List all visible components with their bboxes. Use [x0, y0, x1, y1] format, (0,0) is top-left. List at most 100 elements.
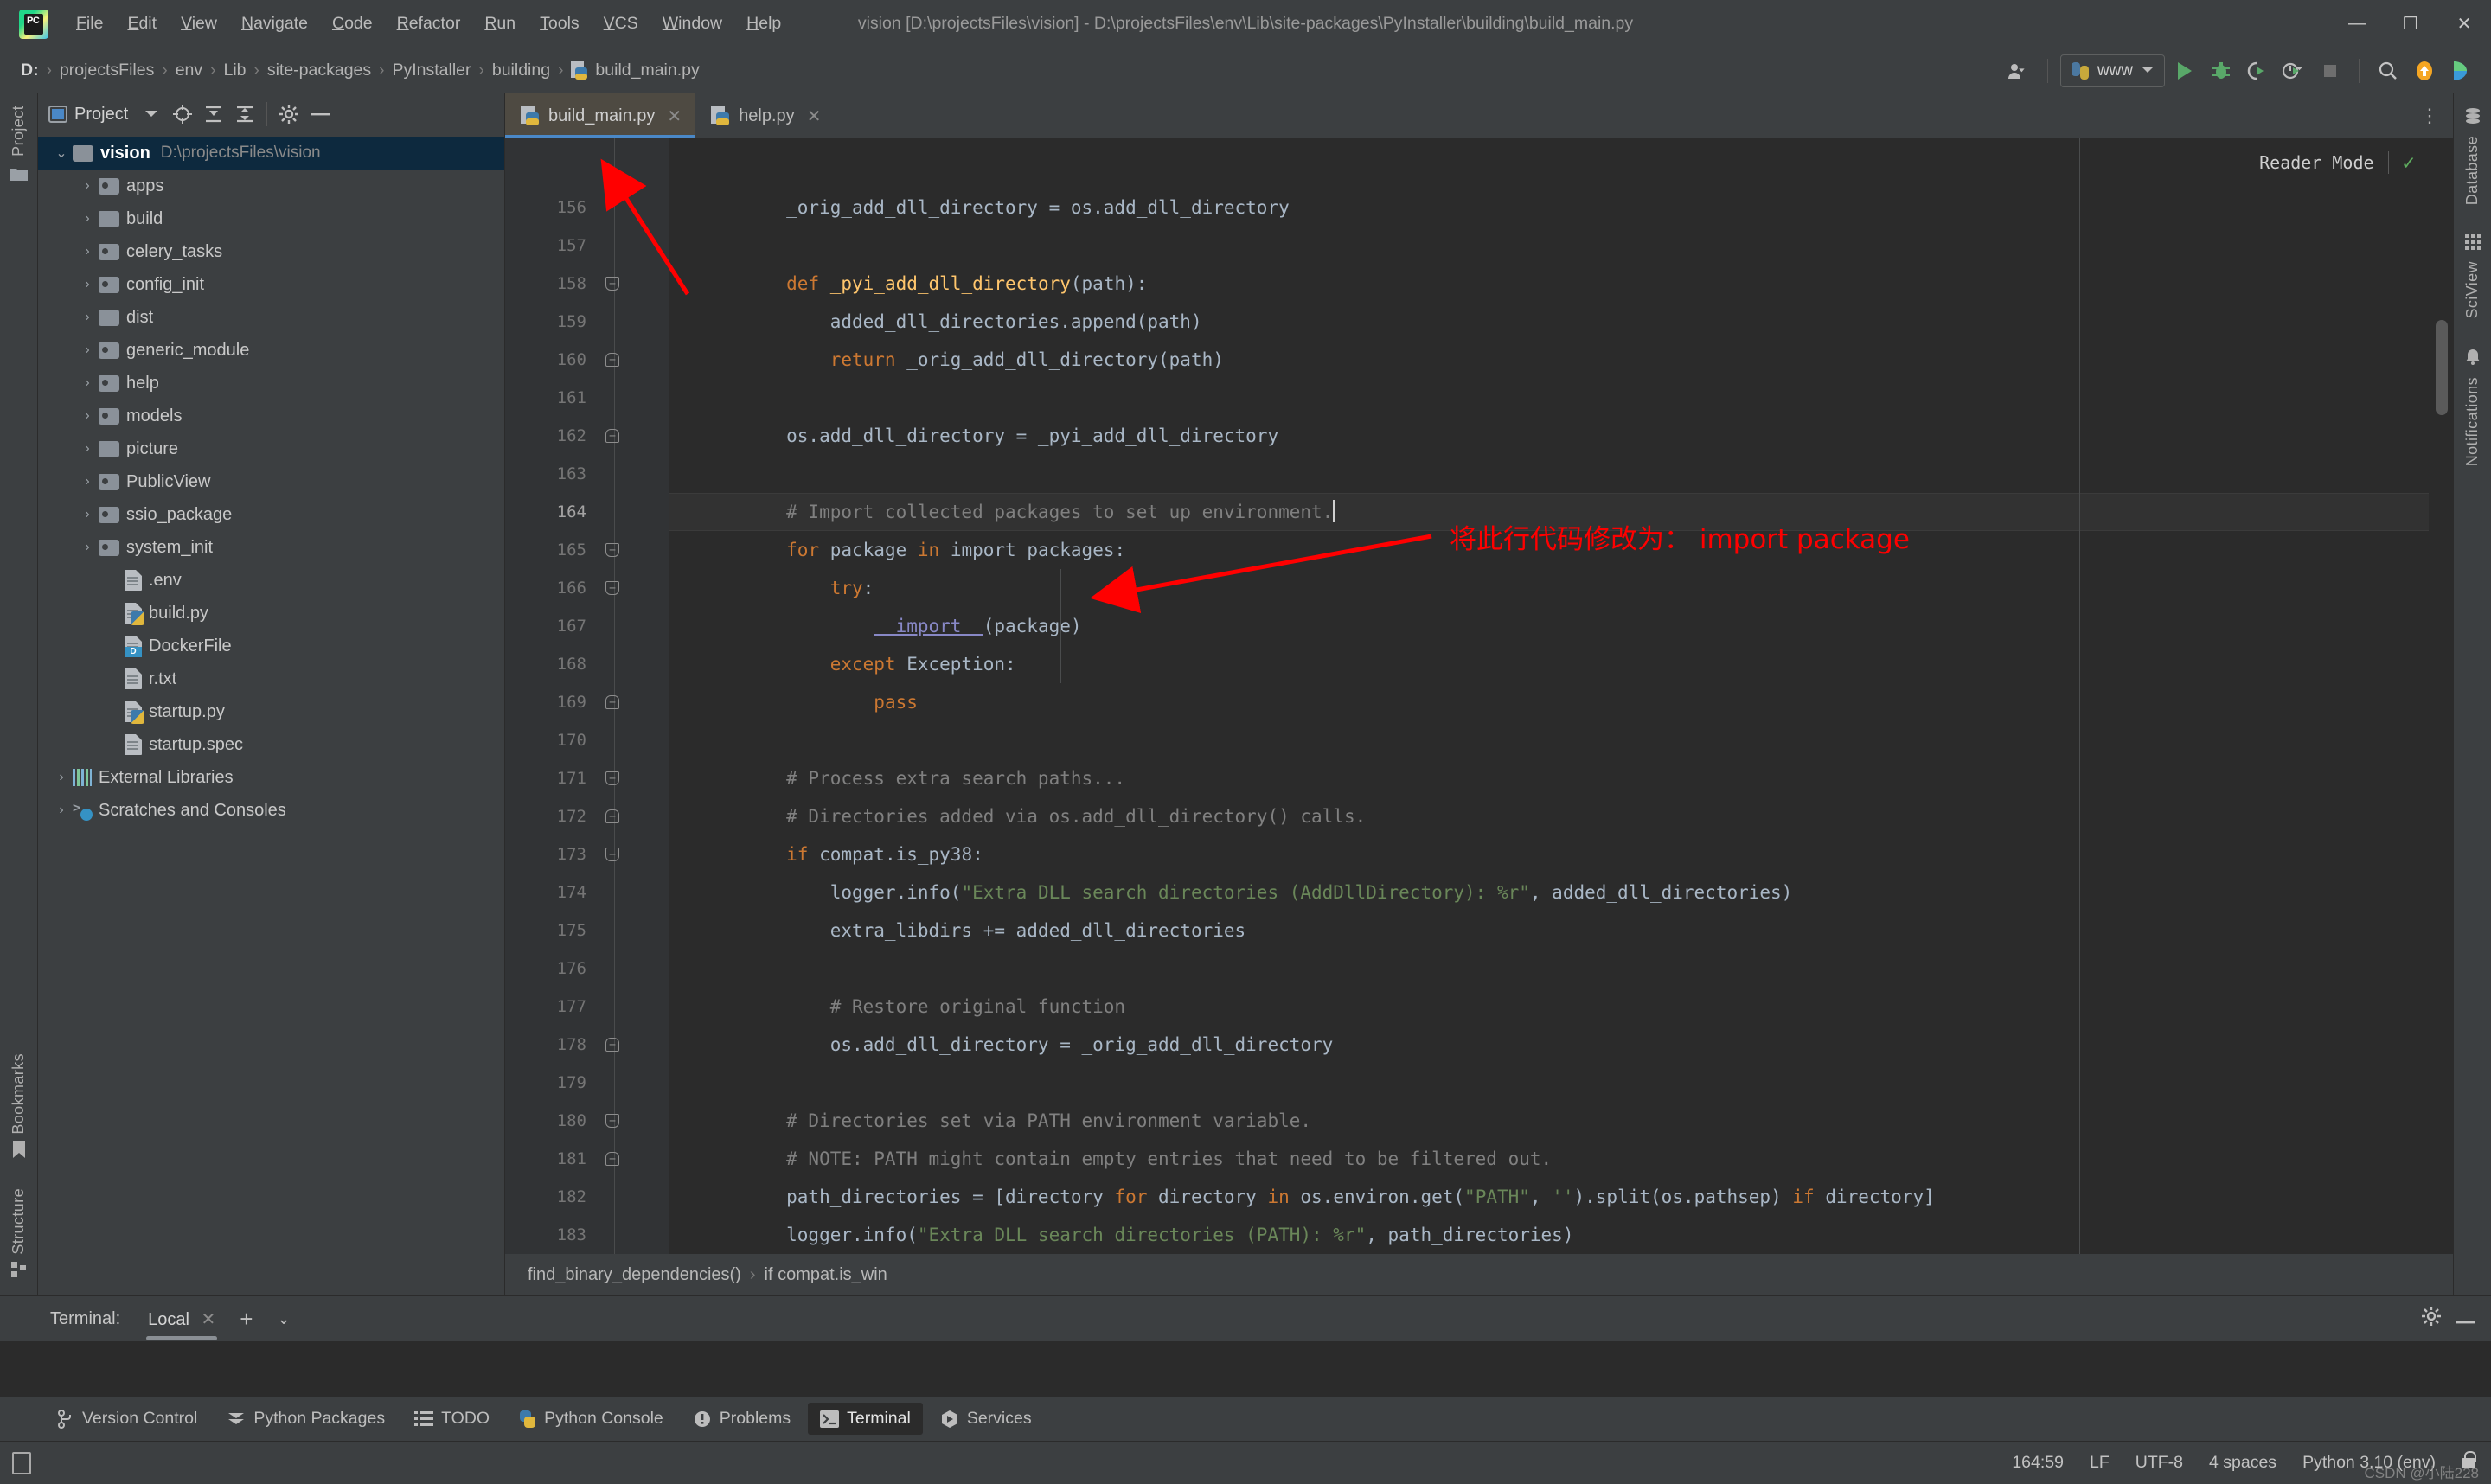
code-line[interactable]: # Restore original function: [669, 988, 2429, 1026]
line-number[interactable]: 168: [505, 645, 669, 683]
code-line[interactable]: extra_libdirs += added_dll_directories: [669, 912, 2429, 950]
menu-item-vcs[interactable]: VCS: [592, 9, 650, 39]
run-configuration-selector[interactable]: www: [2060, 54, 2165, 87]
breadcrumb-item-build_mainpy[interactable]: build_main.py: [566, 59, 704, 83]
expand-arrow-icon[interactable]: ›: [76, 342, 99, 358]
code-line[interactable]: try:: [669, 569, 2429, 607]
line-number[interactable]: 182: [505, 1178, 669, 1216]
code-line[interactable]: for package in import_packages:: [669, 531, 2429, 569]
code-line[interactable]: [669, 227, 2429, 265]
line-number[interactable]: 164: [505, 493, 669, 531]
line-number[interactable]: 157: [505, 227, 669, 265]
python-interpreter[interactable]: Python 3.10 (env): [2302, 1453, 2436, 1473]
tree-item-ssio_package[interactable]: ›ssio_package: [38, 498, 504, 531]
line-number[interactable]: 170: [505, 721, 669, 759]
terminal-tab-local[interactable]: Local ✕: [139, 1303, 224, 1335]
tool-window-button-python-packages[interactable]: Python Packages: [215, 1403, 397, 1435]
close-icon[interactable]: ✕: [202, 1310, 216, 1329]
code-line[interactable]: logger.info("Extra DLL search directorie…: [669, 1216, 2429, 1254]
encoding[interactable]: UTF-8: [2136, 1453, 2183, 1473]
maximize-button[interactable]: ❐: [2384, 0, 2437, 48]
project-icon[interactable]: [10, 167, 28, 186]
tree-item-vision[interactable]: ⌄visionD:\projectsFiles\vision: [38, 137, 504, 170]
breadcrumb-item-sitepackages[interactable]: site-packages: [262, 59, 376, 82]
line-number[interactable]: 171−: [505, 759, 669, 797]
code-line[interactable]: [669, 950, 2429, 988]
code-fold-toggle[interactable]: −: [605, 1038, 619, 1052]
expand-arrow-icon[interactable]: ›: [50, 770, 73, 785]
tree-item-startupspec[interactable]: startup.spec: [38, 728, 504, 761]
code-fold-toggle[interactable]: −: [605, 581, 619, 595]
line-number[interactable]: 169−: [505, 683, 669, 721]
code-fold-toggle[interactable]: −: [605, 1114, 619, 1128]
check-icon[interactable]: ✓: [2403, 150, 2415, 175]
tool-window-button-terminal[interactable]: Terminal: [808, 1403, 923, 1435]
code-fold-toggle[interactable]: −: [605, 1152, 619, 1166]
document-icon[interactable]: [12, 1452, 31, 1474]
line-number[interactable]: 159: [505, 303, 669, 341]
line-number[interactable]: 172−: [505, 797, 669, 835]
tree-item-env[interactable]: .env: [38, 564, 504, 597]
code-fold-toggle[interactable]: −: [605, 695, 619, 709]
profile-icon[interactable]: [2277, 54, 2310, 87]
menu-item-code[interactable]: Code: [320, 9, 385, 39]
code-fold-toggle[interactable]: −: [605, 543, 619, 557]
code-line[interactable]: [669, 1064, 2429, 1102]
tree-item-scratchesandconsoles[interactable]: ›Scratches and Consoles: [38, 794, 504, 827]
breadcrumb-item-lib[interactable]: Lib: [218, 59, 251, 82]
menu-item-help[interactable]: Help: [734, 9, 793, 39]
expand-arrow-icon[interactable]: ›: [76, 211, 99, 227]
expand-arrow-icon[interactable]: ›: [76, 441, 99, 457]
menu-item-file[interactable]: File: [64, 9, 115, 39]
close-icon[interactable]: ✕: [807, 106, 822, 127]
line-number[interactable]: 165−: [505, 531, 669, 569]
tool-window-button-services[interactable]: Services: [928, 1403, 1044, 1435]
line-number[interactable]: 177: [505, 988, 669, 1026]
indent-setting[interactable]: 4 spaces: [2209, 1453, 2276, 1473]
tree-item-celery_tasks[interactable]: ›celery_tasks: [38, 235, 504, 268]
expand-arrow-icon[interactable]: ›: [76, 540, 99, 555]
tool-window-button-todo[interactable]: TODO: [402, 1403, 502, 1435]
tree-item-generic_module[interactable]: ›generic_module: [38, 334, 504, 367]
sidebar-item-sciview[interactable]: SciView: [2463, 234, 2481, 319]
code-line[interactable]: pass: [669, 683, 2429, 721]
expand-arrow-icon[interactable]: ›: [76, 474, 99, 489]
caret-position[interactable]: 164:59: [2012, 1453, 2064, 1473]
run-with-coverage-icon[interactable]: [2241, 54, 2274, 87]
code-line[interactable]: # Import collected packages to set up en…: [669, 493, 2429, 531]
expand-arrow-icon[interactable]: ›: [76, 408, 99, 424]
line-number[interactable]: 162−: [505, 417, 669, 455]
tree-item-apps[interactable]: ›apps: [38, 170, 504, 202]
expand-arrow-icon[interactable]: ›: [76, 178, 99, 194]
structure-icon[interactable]: [11, 1262, 27, 1282]
breadcrumb-item-building[interactable]: building: [487, 59, 555, 82]
tree-item-buildpy[interactable]: build.py: [38, 597, 504, 630]
code-line[interactable]: os.add_dll_directory = _orig_add_dll_dir…: [669, 1026, 2429, 1064]
line-number-gutter[interactable]: 156157158−159160−161162−163164165−166−16…: [505, 138, 669, 1254]
scrollbar-thumb[interactable]: [2436, 320, 2448, 415]
hide-icon[interactable]: [305, 99, 335, 129]
editor-scrollbar[interactable]: [2429, 138, 2453, 1254]
code-breadcrumb-item[interactable]: if compat.is_win: [765, 1265, 887, 1285]
chevron-down-icon[interactable]: [137, 99, 166, 129]
line-number[interactable]: 181−: [505, 1140, 669, 1178]
line-number[interactable]: 161: [505, 379, 669, 417]
code-line[interactable]: [669, 455, 2429, 493]
line-separator[interactable]: LF: [2090, 1453, 2110, 1473]
code-line[interactable]: __import__(package): [669, 607, 2429, 645]
line-number[interactable]: 183: [505, 1216, 669, 1254]
breadcrumb-item-d[interactable]: D:: [16, 59, 44, 82]
code-line[interactable]: # Directories set via PATH environment v…: [669, 1102, 2429, 1140]
tree-item-dockerfile[interactable]: DDockerFile: [38, 630, 504, 662]
expand-arrow-icon[interactable]: ›: [50, 803, 73, 818]
line-number[interactable]: 175: [505, 912, 669, 950]
debug-icon[interactable]: [2205, 54, 2238, 87]
minimize-button[interactable]: —: [2330, 0, 2384, 48]
tree-item-system_init[interactable]: ›system_init: [38, 531, 504, 564]
ide-feature-icon[interactable]: [2444, 54, 2477, 87]
tree-item-help[interactable]: ›help: [38, 367, 504, 400]
menu-item-view[interactable]: View: [169, 9, 229, 39]
line-number[interactable]: 176: [505, 950, 669, 988]
close-icon[interactable]: ✕: [667, 106, 682, 127]
tree-item-publicview[interactable]: ›PublicView: [38, 465, 504, 498]
